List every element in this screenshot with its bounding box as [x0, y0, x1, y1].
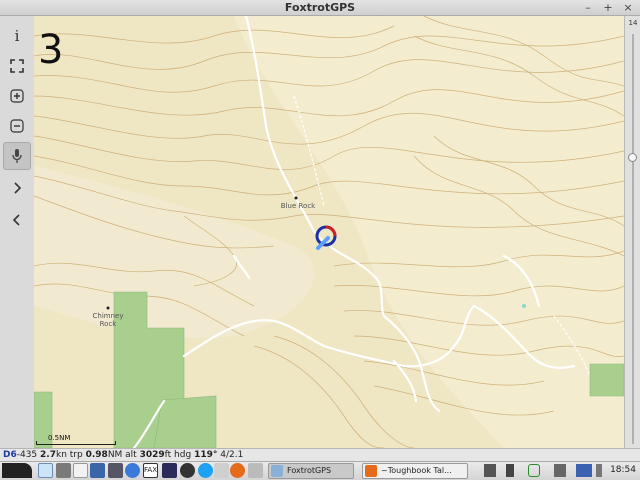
file-manager-icon[interactable]	[38, 463, 53, 478]
wifi-icon[interactable]	[554, 464, 566, 477]
map-toolbar: i	[0, 16, 35, 448]
browser-icon[interactable]	[125, 463, 140, 478]
terminal-icon[interactable]	[56, 463, 71, 478]
browser-task-icon	[365, 465, 377, 477]
chat-icon[interactable]	[180, 463, 195, 478]
previous-button[interactable]	[3, 206, 31, 234]
task-toughbook[interactable]: ~Toughbook Tal...	[362, 463, 468, 479]
window-title: FoxtrotGPS	[284, 1, 356, 14]
screenshot-icon[interactable]	[248, 463, 263, 478]
battery-icon[interactable]	[506, 464, 514, 477]
tool-icon[interactable]	[90, 463, 105, 478]
heading-value: 119°	[194, 450, 218, 460]
gps-status-bar: D6-435 2.7kn trp 0.98NM alt 3029ft hdg 1…	[0, 448, 640, 461]
status-indicator-icon[interactable]	[528, 464, 540, 477]
minimize-button[interactable]: –	[582, 0, 594, 15]
status-tag: D6	[3, 450, 17, 460]
editor-icon[interactable]	[73, 463, 88, 478]
topo-map	[34, 16, 624, 448]
zoom-slider-panel: 14	[624, 16, 640, 448]
chimney-rock-peak-marker	[106, 306, 110, 310]
close-button[interactable]: ×	[622, 0, 634, 15]
zoom-level-label: 14	[628, 19, 638, 27]
plus-icon	[10, 89, 24, 103]
task-foxtrotgps-label: FoxtrotGPS	[287, 466, 332, 475]
chevron-right-icon	[14, 182, 22, 194]
status-sep: -435	[16, 450, 38, 460]
fullscreen-button[interactable]	[3, 52, 31, 80]
zoom-overlay-number: 3	[38, 27, 64, 73]
firefox-icon[interactable]	[230, 463, 245, 478]
night-icon[interactable]	[162, 463, 177, 478]
speed-value: 2.7	[40, 450, 56, 460]
bluetooth-icon[interactable]	[576, 464, 592, 477]
power-icon[interactable]	[596, 464, 602, 477]
next-button[interactable]	[3, 174, 31, 202]
autocenter-toggle[interactable]	[3, 142, 31, 170]
microphone-icon	[12, 149, 22, 163]
info-icon: i	[14, 27, 20, 45]
scale-bar: 0.5NM	[36, 434, 116, 446]
map-view[interactable]: 3 Blue Rock Chimney Rock 0.5NM	[34, 16, 624, 448]
minus-icon	[10, 119, 24, 133]
altitude-value: 3029	[139, 450, 165, 460]
scale-bar-label: 0.5NM	[48, 434, 71, 442]
task-toughbook-label: ~Toughbook Tal...	[381, 466, 452, 475]
speed-unit: kn trp	[56, 450, 83, 460]
zoom-slider-track[interactable]	[632, 34, 634, 444]
task-foxtrotgps[interactable]: FoxtrotGPS	[268, 463, 354, 479]
trip-value: 0.98	[85, 450, 108, 460]
window-controls: – + ×	[582, 0, 634, 15]
map-label-blue-rock: Blue Rock	[280, 202, 316, 210]
network-icon[interactable]	[214, 463, 229, 478]
foxtrotgps-task-icon	[271, 465, 283, 477]
skype-icon[interactable]	[198, 463, 213, 478]
fullscreen-icon	[10, 59, 24, 73]
title-bar: FoxtrotGPS – + ×	[0, 0, 640, 16]
info-button[interactable]: i	[3, 22, 31, 50]
zoom-slider-handle[interactable]	[628, 153, 637, 162]
fax-icon[interactable]: FAX	[143, 463, 158, 478]
zoom-out-button[interactable]	[3, 112, 31, 140]
map-label-chimney-rock: Chimney Rock	[92, 312, 124, 328]
trip-unit: NM alt	[107, 450, 137, 460]
satellite-count: 4/2.1	[220, 450, 244, 460]
app-menu-icon[interactable]	[2, 463, 32, 478]
water-spring	[522, 304, 526, 308]
altitude-unit: ft hdg	[164, 450, 192, 460]
taskbar: FAX FoxtrotGPS ~Toughbook Tal... 18:54	[0, 461, 640, 480]
maximize-button[interactable]: +	[602, 0, 614, 15]
chevron-left-icon	[12, 214, 20, 226]
blue-rock-peak-marker	[294, 196, 298, 200]
pen-icon[interactable]	[108, 463, 123, 478]
zoom-in-button[interactable]	[3, 82, 31, 110]
clock: 18:54	[610, 465, 636, 475]
volume-icon[interactable]	[484, 464, 496, 477]
